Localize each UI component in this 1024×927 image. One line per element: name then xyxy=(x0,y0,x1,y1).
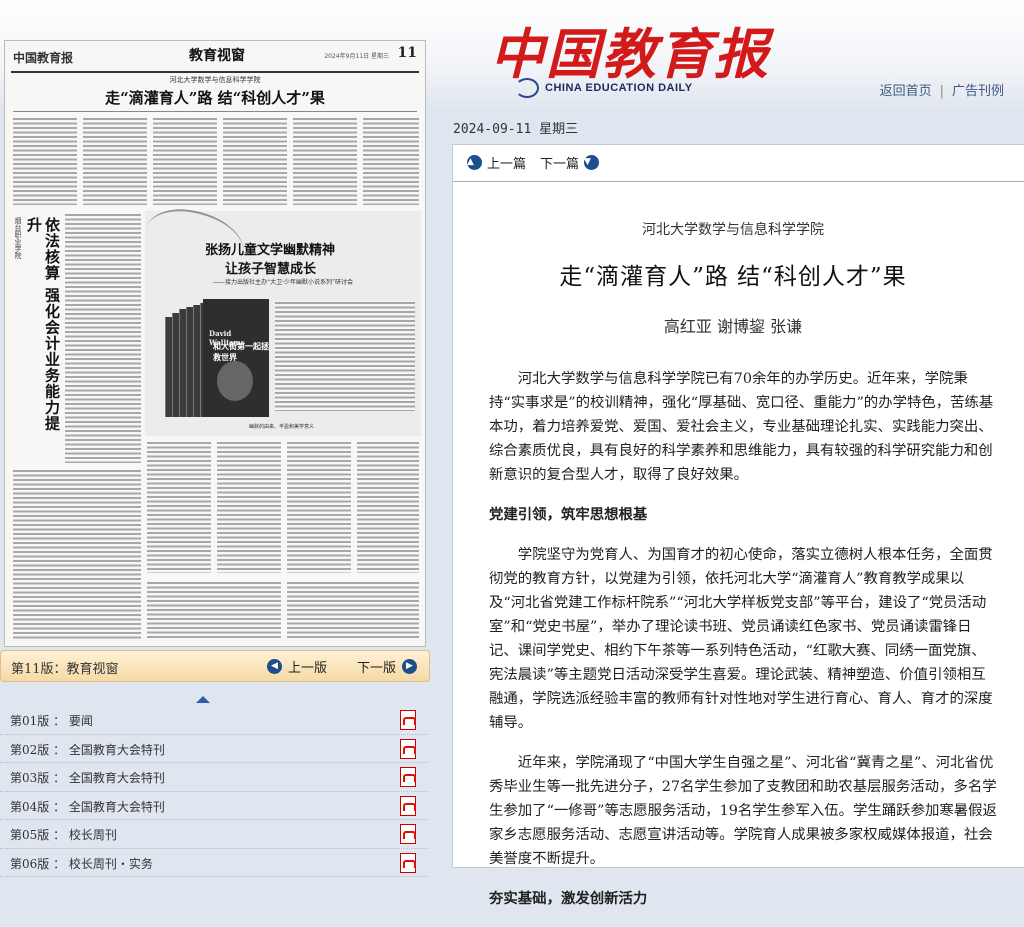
newspaper-page-image[interactable]: 中国教育报 教育视窗 2024年9月11日 星期三 11 河北大学数学与信息科学… xyxy=(4,40,426,647)
edition-item[interactable]: 第02版 ： 全国教育大会特刊 xyxy=(0,735,428,763)
text-column xyxy=(147,581,281,639)
text-column xyxy=(357,441,419,573)
paper-kicker: 河北大学数学与信息科学学院 xyxy=(169,76,261,84)
article-title: 走“滴灌育人”路 结“科创人才”果 xyxy=(559,264,907,290)
edition-item[interactable]: 第01版 ： 要闻 xyxy=(0,706,428,735)
pdf-icon[interactable] xyxy=(400,767,416,787)
text-column xyxy=(147,441,211,573)
home-link[interactable]: 返回首页 xyxy=(880,84,932,99)
next-article-link[interactable]: 下一篇 xyxy=(540,153,579,172)
section-heading: 夯实基础，激发创新活力 xyxy=(489,890,648,907)
text-column xyxy=(13,117,77,205)
article-box: ▲ 上一篇 下一篇 ▼ 河北大学数学与信息科学学院 走“滴灌育人”路 结“科创人才”… xyxy=(452,144,1024,907)
separator: | xyxy=(939,84,944,99)
next-page-link[interactable]: 下一版 xyxy=(357,657,396,676)
promo-image[interactable]: 张扬儿童文学幽默精神 让孩子智慧成长 ——接力出版社主办“大卫·少年幽默小说系列… xyxy=(141,204,421,436)
text-column xyxy=(83,117,147,205)
text-column xyxy=(153,117,217,205)
next-article-icon[interactable]: ▼ xyxy=(584,155,600,170)
edition-list: 第01版 ： 要闻 第02版 ： 全国教育大会特刊 第03版 ： 全国教育大会特… xyxy=(0,706,428,877)
vertical-headline[interactable]: 依法核算 强化会计业务能力提升 xyxy=(25,217,61,447)
page-navigator: 第11版：教育视窗 ◀ 上一版 下一版 ▶ xyxy=(0,650,430,682)
edition-item[interactable]: 第04版 ： 全国教育大会特刊 xyxy=(0,792,428,820)
site-logo-en: CHINA EDUCATION DAILY xyxy=(515,78,693,98)
edition-item[interactable]: 第05版 ： 校长周刊 xyxy=(0,820,428,849)
text-column xyxy=(287,441,351,573)
pdf-icon[interactable] xyxy=(400,710,416,730)
vertical-tag: 烟台职业学院 xyxy=(14,217,22,259)
pdf-icon[interactable] xyxy=(400,795,416,816)
globe-icon xyxy=(515,78,539,98)
prev-page-link[interactable]: 上一版 xyxy=(288,657,327,676)
pdf-icon[interactable] xyxy=(400,852,416,873)
ad-rates-link[interactable]: 广告刊例 xyxy=(952,84,1004,99)
text-column xyxy=(363,117,419,205)
article-authors: 高红亚 谢博鋆 张谦 xyxy=(663,317,803,336)
edition-item[interactable]: 第03版 ： 全国教育大会特刊 xyxy=(0,763,428,792)
article-panel: 2024-09-11 星期三 ▲ 上一篇 下一篇 ▼ 河北大学数学与信息科学学院 走… xyxy=(428,112,1024,907)
top-links: 返回首页 | 广告刊例 xyxy=(880,80,1004,99)
pdf-icon[interactable] xyxy=(400,738,416,759)
paragraph: 学院坚守为党育人、为国育才的初心使命，落实立德树人根本任务，全面贯彻党的教育方针… xyxy=(489,547,993,731)
paper-headline[interactable]: 走“滴灌育人”路 结“科创人才”果 xyxy=(5,87,425,108)
text-column xyxy=(223,117,287,205)
cover-illustration xyxy=(217,361,253,401)
current-page-label: 第11版：教育视窗 xyxy=(11,662,119,677)
text-column xyxy=(293,117,357,205)
article-body: 河北大学数学与信息科学学院已有70余年的办学历史。近年来，学院秉持“实事求是”的… xyxy=(489,367,999,927)
edition-item[interactable]: 第06版 ： 校长周刊・实务 xyxy=(0,849,428,877)
paragraph: 河北大学数学与信息科学学院已有70余年的办学历史。近年来，学院秉持“实事求是”的… xyxy=(489,371,994,483)
pdf-icon[interactable] xyxy=(400,824,416,844)
prev-page-icon[interactable]: ◀ xyxy=(266,659,282,674)
left-panel: 中国教育报 教育视窗 2024年9月11日 星期三 11 河北大学数学与信息科学… xyxy=(0,40,430,877)
text-column xyxy=(65,213,141,463)
paper-masthead: 中国教育报 教育视窗 2024年9月11日 星期三 11 xyxy=(11,41,419,73)
prev-article-link[interactable]: 上一篇 xyxy=(487,153,526,172)
article-kicker: 河北大学数学与信息科学学院 xyxy=(642,222,824,238)
paragraph: 近年来，学院涌现了“中国大学生自强之星”、河北省“冀青之星”、河北省优秀毕业生等… xyxy=(489,755,997,867)
book-cover: David Walliams 和大街第一起拯救世界 xyxy=(203,299,269,417)
text-column xyxy=(13,469,141,639)
text-column xyxy=(217,441,281,573)
issue-date: 2024-09-11 星期三 xyxy=(453,122,579,137)
text-column xyxy=(287,581,419,639)
article-nav: ▲ 上一篇 下一篇 ▼ xyxy=(467,153,600,172)
prev-article-icon[interactable]: ▲ xyxy=(467,155,482,170)
next-page-icon[interactable]: ▶ xyxy=(402,659,417,674)
section-heading: 党建引领，筑牢思想根基 xyxy=(489,506,648,523)
collapse-icon[interactable] xyxy=(196,696,210,703)
